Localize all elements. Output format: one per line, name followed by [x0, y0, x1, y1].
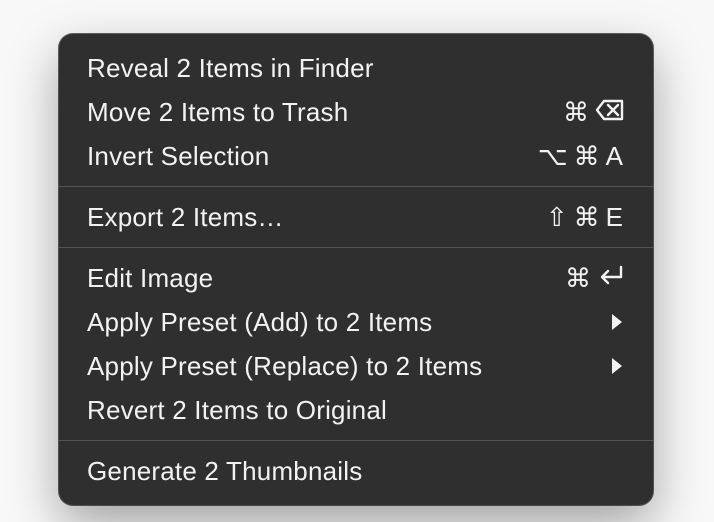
menu-item-label: Reveal 2 Items in Finder	[87, 51, 625, 85]
cmd-glyph: ⌘	[565, 265, 593, 291]
menu-item-label: Apply Preset (Replace) to 2 Items	[87, 349, 589, 383]
cmd-glyph: ⌘	[574, 204, 602, 230]
option-glyph: ⌥	[538, 143, 570, 169]
menu-item-label: Invert Selection	[87, 139, 518, 173]
delete-icon	[595, 99, 625, 125]
menu-item-label: Move 2 Items to Trash	[87, 95, 543, 129]
cmd-glyph: ⌘	[563, 99, 591, 125]
menu-section: Generate 2 Thumbnails	[59, 445, 653, 497]
menu-item-shortcut: ⇧ ⌘ E	[546, 204, 625, 230]
shortcut-key: A	[606, 143, 625, 169]
menu-item-label: Edit Image	[87, 261, 545, 295]
menu-item-apply-preset-replace[interactable]: Apply Preset (Replace) to 2 Items	[59, 344, 653, 388]
menu-section: Edit Image ⌘ Apply Preset (Add) to 2 Ite…	[59, 252, 653, 436]
return-icon	[597, 265, 625, 291]
menu-item-invert-selection[interactable]: Invert Selection ⌥ ⌘ A	[59, 134, 653, 178]
menu-item-label: Revert 2 Items to Original	[87, 393, 625, 427]
menu-item-revert-to-original[interactable]: Revert 2 Items to Original	[59, 388, 653, 432]
submenu-indicator	[609, 312, 625, 332]
shift-glyph: ⇧	[546, 204, 570, 230]
chevron-right-icon	[609, 356, 625, 376]
menu-item-label: Export 2 Items…	[87, 200, 526, 234]
menu-item-export-items[interactable]: Export 2 Items… ⇧ ⌘ E	[59, 195, 653, 239]
menu-item-reveal-in-finder[interactable]: Reveal 2 Items in Finder	[59, 46, 653, 90]
shortcut-key: E	[606, 204, 625, 230]
menu-item-shortcut: ⌘	[563, 99, 625, 125]
menu-item-move-to-trash[interactable]: Move 2 Items to Trash ⌘	[59, 90, 653, 134]
menu-item-shortcut: ⌥ ⌘ A	[538, 143, 625, 169]
submenu-indicator	[609, 356, 625, 376]
menu-item-generate-thumbnails[interactable]: Generate 2 Thumbnails	[59, 449, 653, 493]
menu-divider	[59, 247, 653, 248]
menu-section: Export 2 Items… ⇧ ⌘ E	[59, 191, 653, 243]
chevron-right-icon	[609, 312, 625, 332]
menu-divider	[59, 186, 653, 187]
context-menu: Reveal 2 Items in Finder Move 2 Items to…	[59, 34, 653, 505]
menu-divider	[59, 440, 653, 441]
menu-item-shortcut: ⌘	[565, 265, 625, 291]
cmd-glyph: ⌘	[574, 143, 602, 169]
menu-section: Reveal 2 Items in Finder Move 2 Items to…	[59, 42, 653, 182]
menu-item-label: Apply Preset (Add) to 2 Items	[87, 305, 589, 339]
menu-item-apply-preset-add[interactable]: Apply Preset (Add) to 2 Items	[59, 300, 653, 344]
menu-item-edit-image[interactable]: Edit Image ⌘	[59, 256, 653, 300]
menu-item-label: Generate 2 Thumbnails	[87, 454, 625, 488]
